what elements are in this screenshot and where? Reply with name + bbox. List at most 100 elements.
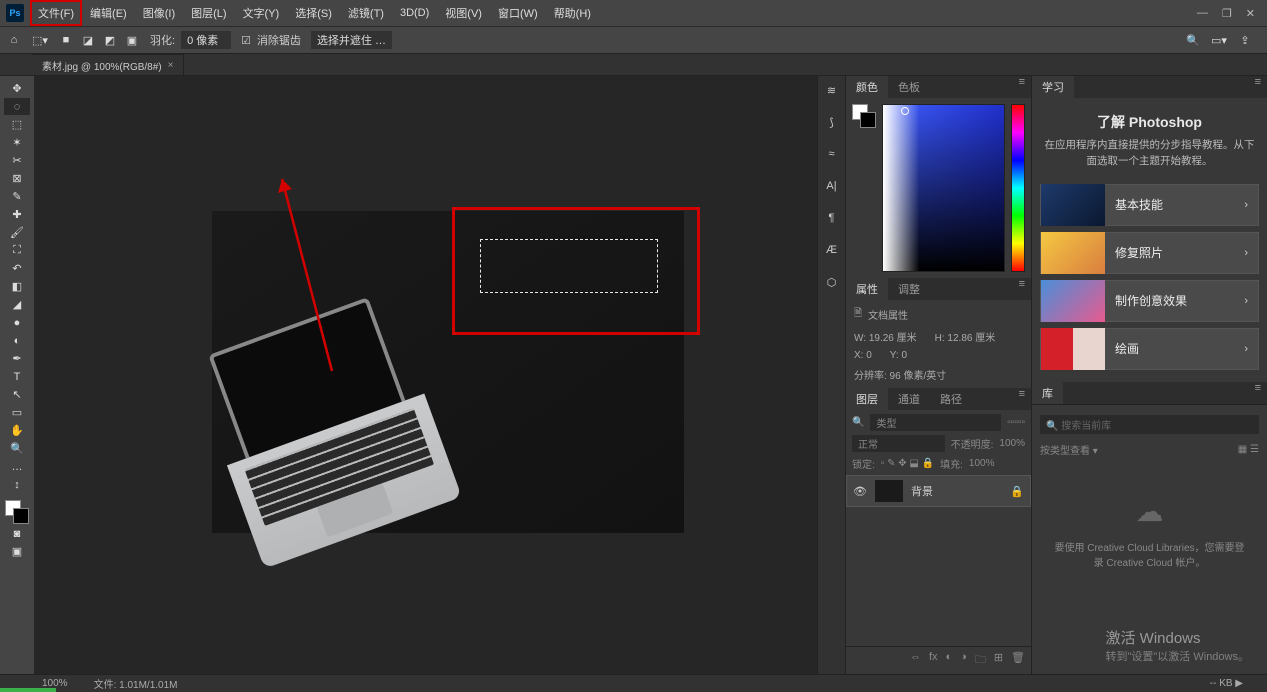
menu-view[interactable]: 视图(V) — [437, 0, 490, 26]
menu-type[interactable]: 文字(Y) — [235, 0, 288, 26]
frame-tool-icon[interactable]: ⊠ — [4, 170, 30, 187]
tab-channels[interactable]: 通道 — [888, 388, 930, 410]
stamp-tool-icon[interactable]: ⛶ — [4, 242, 30, 259]
visibility-icon[interactable]: 👁 — [853, 485, 867, 498]
zoom-tool-icon[interactable]: 🔍 — [4, 440, 30, 457]
menu-file[interactable]: 文件(F) — [30, 0, 82, 26]
dodge-tool-icon[interactable]: ◐ — [4, 332, 30, 349]
bg-swatch[interactable] — [860, 112, 876, 128]
character-panel-icon[interactable]: A| — [822, 176, 842, 196]
panel-menu-icon[interactable]: ≡ — [1013, 278, 1031, 300]
library-group-select[interactable]: 按类型查看 ▾ — [1040, 442, 1098, 457]
tab-swatches[interactable]: 色板 — [888, 76, 930, 98]
fill-value[interactable]: 100% — [969, 458, 995, 469]
color-spectrum[interactable] — [882, 104, 1005, 272]
maximize-icon[interactable]: ❐ — [1222, 7, 1232, 20]
brush-settings-panel-icon[interactable]: ⟆ — [822, 112, 842, 132]
tab-libraries[interactable]: 库 — [1032, 382, 1063, 404]
shape-tool-icon[interactable]: ▭ — [4, 404, 30, 421]
minimize-icon[interactable]: — — [1197, 7, 1208, 20]
document-tab[interactable]: 素材.jpg @ 100%(RGB/8#) × — [32, 54, 184, 75]
add-selection-icon[interactable]: ◪ — [80, 32, 96, 48]
menu-image[interactable]: 图像(I) — [135, 0, 183, 26]
history-brush-icon[interactable]: ↶ — [4, 260, 30, 277]
type-tool-icon[interactable]: T — [4, 368, 30, 385]
feather-input[interactable]: 0 像素 — [181, 31, 231, 49]
menu-filter[interactable]: 滤镜(T) — [340, 0, 392, 26]
learn-card-retouch[interactable]: 修复照片› — [1040, 232, 1259, 274]
tab-adjustments[interactable]: 调整 — [888, 278, 930, 300]
workspace-icon[interactable]: ▭▾ — [1211, 32, 1227, 48]
fgbg-swatches[interactable] — [852, 104, 876, 128]
canvas-area[interactable] — [34, 76, 817, 674]
tab-learn[interactable]: 学习 — [1032, 76, 1074, 98]
tab-layers[interactable]: 图层 — [846, 388, 888, 410]
home-icon[interactable]: ⌂ — [6, 32, 22, 48]
eraser-tool-icon[interactable]: ◧ — [4, 278, 30, 295]
opacity-value[interactable]: 100% — [999, 438, 1025, 449]
new-selection-icon[interactable]: ■ — [58, 32, 74, 48]
menu-layer[interactable]: 图层(L) — [183, 0, 234, 26]
tool-preset-icon[interactable]: ⬚▾ — [32, 32, 48, 48]
hand-tool-icon[interactable]: ✋ — [4, 422, 30, 439]
layer-thumbnail[interactable] — [875, 480, 903, 502]
menu-select[interactable]: 选择(S) — [287, 0, 340, 26]
background-swatch[interactable] — [13, 508, 29, 524]
menu-edit[interactable]: 编辑(E) — [82, 0, 135, 26]
fx-icon[interactable]: fx — [929, 651, 938, 670]
blur-tool-icon[interactable]: ● — [4, 314, 30, 331]
doc-info[interactable]: 文件: 1.01M/1.01M — [94, 676, 178, 691]
marquee-tool-icon[interactable]: ◌ — [4, 98, 30, 115]
glyphs-panel-icon[interactable]: Æ — [822, 240, 842, 260]
share-icon[interactable]: ⇪ — [1237, 32, 1253, 48]
panel-menu-icon[interactable]: ≡ — [1249, 76, 1267, 98]
new-layer-icon[interactable]: ⊞ — [994, 651, 1003, 670]
3d-panel-icon[interactable]: ⬡ — [822, 272, 842, 292]
blend-mode-select[interactable]: 正常 — [852, 435, 945, 452]
mask-icon[interactable]: ◐ — [946, 651, 953, 670]
screenmode-icon[interactable]: ▣ — [4, 543, 30, 560]
color-swatches[interactable] — [5, 500, 29, 524]
document-canvas[interactable] — [212, 211, 684, 533]
tab-paths[interactable]: 路径 — [930, 388, 972, 410]
gradient-tool-icon[interactable]: ◢ — [4, 296, 30, 313]
menu-help[interactable]: 帮助(H) — [546, 0, 599, 26]
healing-tool-icon[interactable]: ✚ — [4, 206, 30, 223]
brush-tool-icon[interactable]: 🖌 — [4, 224, 30, 241]
list-view-icon[interactable]: ☰ — [1250, 444, 1259, 455]
learn-card-basics[interactable]: 基本技能› — [1040, 184, 1259, 226]
more-tools-icon[interactable]: … — [4, 458, 30, 475]
checkbox-icon[interactable]: ☑ — [241, 34, 251, 47]
clone-panel-icon[interactable]: ≈ — [822, 144, 842, 164]
layer-name[interactable]: 背景 — [911, 483, 933, 499]
move-tool-icon[interactable]: ✥ — [4, 80, 30, 97]
tab-color[interactable]: 颜色 — [846, 76, 888, 98]
edit-toolbar-icon[interactable]: ↕ — [4, 476, 30, 493]
learn-card-paint[interactable]: 绘画› — [1040, 328, 1259, 370]
path-tool-icon[interactable]: ↖ — [4, 386, 30, 403]
library-search[interactable]: 🔍 搜索当前库 — [1040, 415, 1259, 434]
tab-properties[interactable]: 属性 — [846, 278, 888, 300]
eyedropper-tool-icon[interactable]: ✎ — [4, 188, 30, 205]
layer-row[interactable]: 👁 背景 🔒 — [846, 475, 1031, 507]
group-icon[interactable]: 🗀 — [975, 651, 986, 670]
grid-view-icon[interactable]: ▦ — [1238, 444, 1247, 455]
refine-edge-button[interactable]: 选择并遮住 … — [311, 31, 392, 49]
pen-tool-icon[interactable]: ✒ — [4, 350, 30, 367]
search-icon[interactable]: 🔍 — [852, 417, 864, 428]
layer-filter[interactable]: 类型 — [870, 414, 1001, 431]
close-icon[interactable]: ✕ — [1246, 7, 1255, 20]
panel-menu-icon[interactable]: ≡ — [1013, 76, 1031, 98]
quickmask-icon[interactable]: ◙ — [4, 525, 30, 542]
tab-close-icon[interactable]: × — [168, 60, 174, 71]
link-icon[interactable]: ⇔ — [910, 651, 921, 670]
lasso-tool-icon[interactable]: ⬚ — [4, 116, 30, 133]
paragraph-panel-icon[interactable]: ¶ — [822, 208, 842, 228]
intersect-selection-icon[interactable]: ▣ — [124, 32, 140, 48]
subtract-selection-icon[interactable]: ◩ — [102, 32, 118, 48]
wand-tool-icon[interactable]: ✶ — [4, 134, 30, 151]
adjustment-icon[interactable]: ◑ — [960, 651, 967, 670]
delete-icon[interactable]: 🗑 — [1011, 651, 1025, 670]
brushes-panel-icon[interactable]: ≋ — [822, 80, 842, 100]
learn-card-effects[interactable]: 制作创意效果› — [1040, 280, 1259, 322]
